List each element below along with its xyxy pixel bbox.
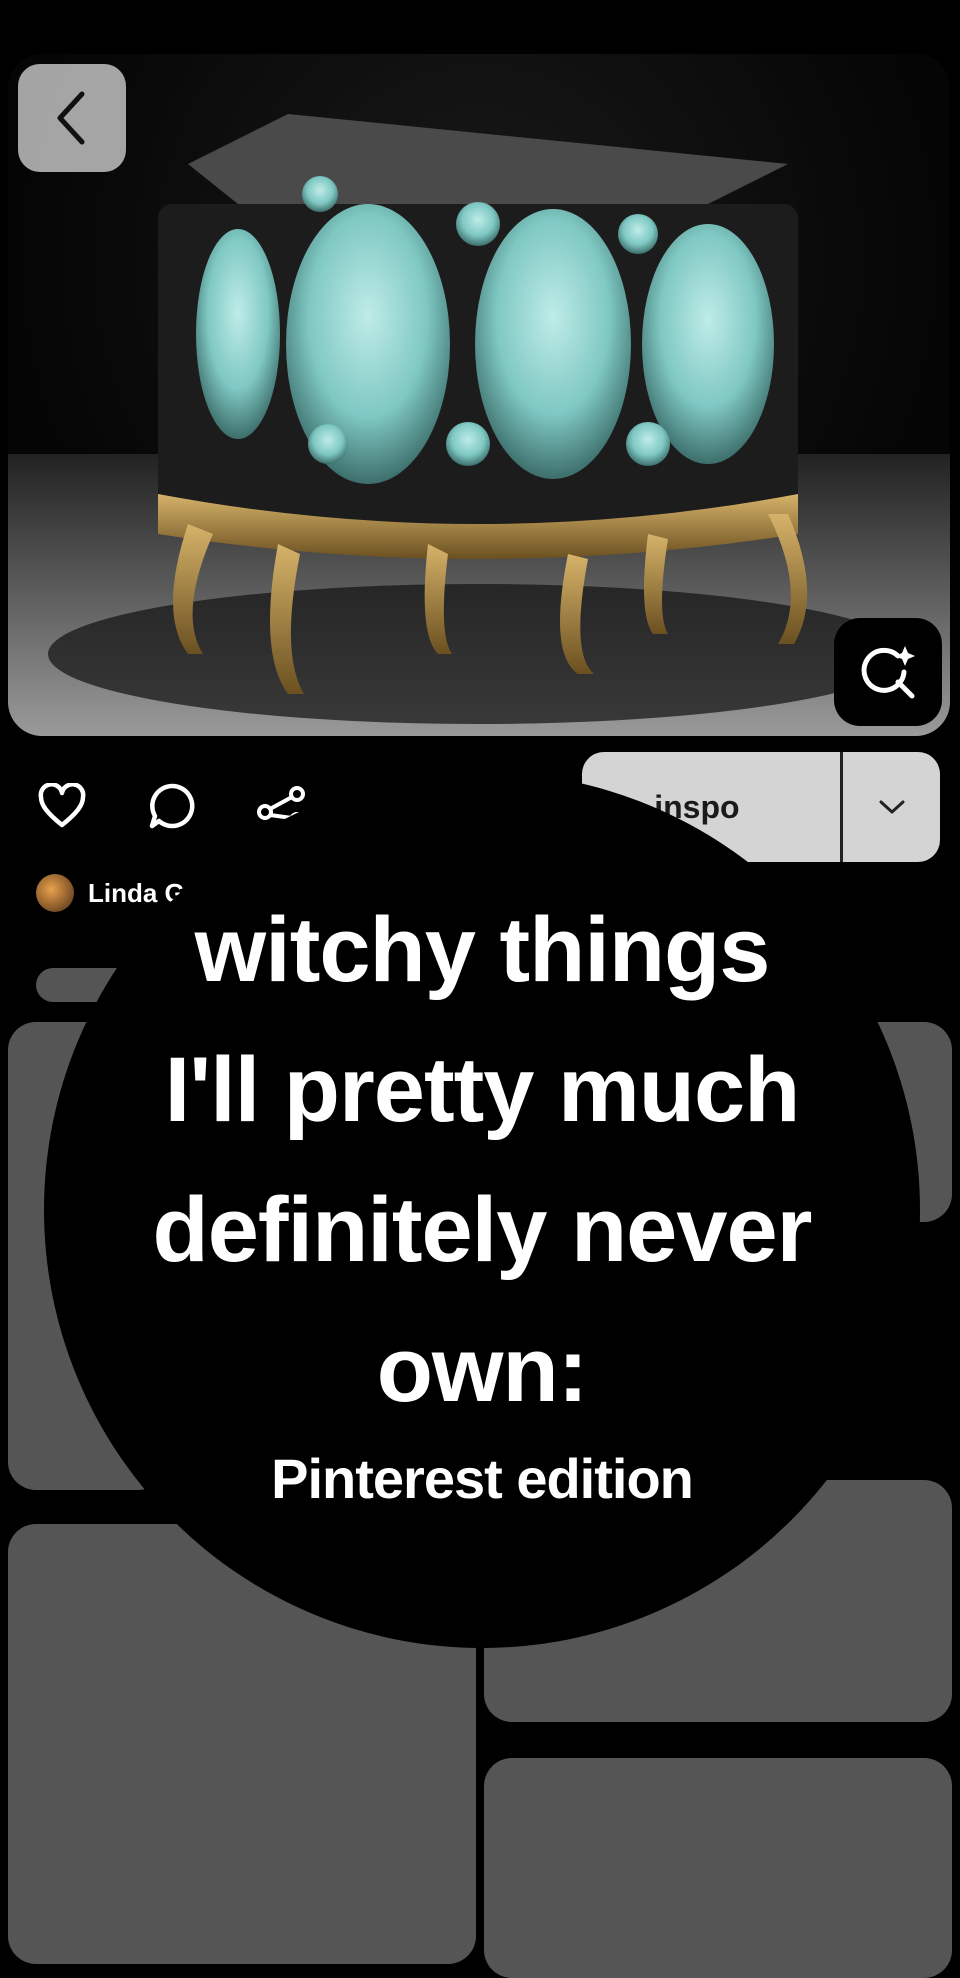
overlay-title: witchy things I'll pretty much definitel…: [52, 880, 912, 1440]
comment-icon: [149, 783, 195, 829]
chevron-left-icon: [57, 91, 85, 145]
visual-search-button[interactable]: [834, 618, 942, 726]
chevron-down-icon: [879, 800, 904, 814]
overlay-title-line: definitely never: [152, 1178, 813, 1281]
board-dropdown-button[interactable]: [843, 752, 940, 862]
comment-button[interactable]: [142, 776, 202, 836]
overlay-title-line: witchy things: [194, 898, 771, 1001]
caption-overlay: witchy things I'll pretty much definitel…: [44, 772, 920, 1648]
related-pin-card[interactable]: [484, 1758, 952, 1978]
lens-sparkle-icon: [861, 646, 915, 699]
overlay-title-line: own:: [376, 1318, 589, 1421]
like-button[interactable]: [32, 776, 92, 836]
mirror-cabinet-illustration: [8, 114, 950, 736]
heart-icon: [38, 783, 86, 828]
back-button[interactable]: [18, 64, 126, 172]
pin-image[interactable]: [8, 54, 950, 736]
overlay-title-line: I'll pretty much: [164, 1038, 801, 1141]
overlay-subtitle: Pinterest edition: [271, 1446, 694, 1510]
